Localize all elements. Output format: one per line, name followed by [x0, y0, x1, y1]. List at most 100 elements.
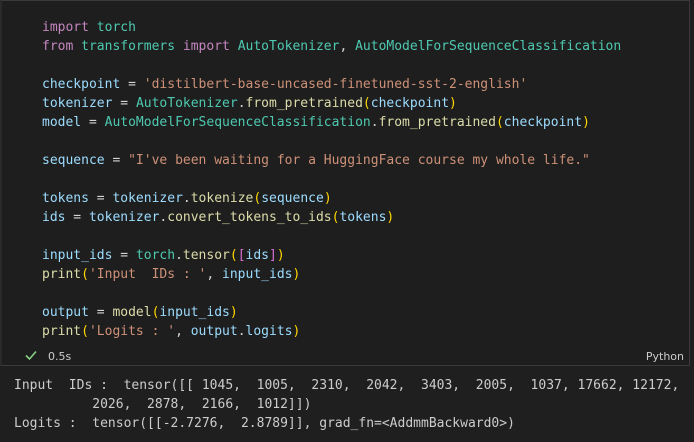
code-token: tokens — [339, 210, 387, 225]
code-token: from_pretrained — [245, 96, 363, 111]
code-line: from transformers import AutoTokenizer, … — [42, 37, 682, 56]
output-line: Input IDs : tensor([[ 1045, 1005, 2310, … — [14, 378, 694, 393]
code-token: . — [237, 324, 246, 339]
code-token: input_ids — [159, 305, 230, 320]
code-token: ( — [229, 248, 238, 263]
code-token: import — [182, 39, 230, 54]
code-token: print — [42, 324, 82, 339]
code-token: ) — [292, 324, 301, 339]
code-token: checkpoint — [42, 77, 121, 92]
code-token: ) — [292, 267, 301, 282]
code-token: torch — [135, 248, 176, 263]
code-token: transformers — [81, 39, 176, 54]
code-line: tokenizer = AutoTokenizer.from_pretraine… — [42, 94, 682, 113]
code-token: input_ids — [42, 248, 113, 263]
code-token: sequence — [261, 191, 324, 206]
code-token: ] — [269, 248, 277, 263]
code-line: print('Logits : ', output.logits) — [42, 322, 682, 341]
code-token: . — [175, 248, 183, 263]
code-token: = — [88, 191, 113, 206]
language-label[interactable]: Python — [646, 350, 684, 363]
code-token: sequence — [42, 153, 105, 168]
code-token: model — [42, 115, 82, 130]
code-token: convert_tokens_to_ids — [167, 210, 332, 225]
code-token: ) — [323, 191, 332, 206]
code-line: print('Input IDs : ', input_ids) — [42, 265, 682, 284]
code-token: print — [42, 267, 82, 282]
code-line: ids = tokenizer.convert_tokens_to_ids(to… — [42, 208, 682, 227]
code-token: AutoModelForSequenceClassification — [355, 39, 622, 54]
code-token: checkpoint — [370, 96, 450, 111]
code-token: input_ids — [222, 267, 293, 282]
code-token: 'distilbert-base-uncased-finetuned-sst-2… — [143, 77, 528, 92]
code-token: tensor — [182, 248, 230, 263]
code-token: ( — [362, 96, 371, 111]
code-token: 'Logits : ' — [88, 324, 176, 339]
code-token: from_pretrained — [378, 115, 496, 130]
code-token: tokens — [42, 191, 89, 206]
output-line: 2026, 2878, 2166, 1012]]) — [14, 397, 312, 412]
code-line: model = AutoModelForSequenceClassificati… — [42, 113, 682, 132]
code-token: AutoTokenizer — [237, 39, 340, 54]
code-token: ) — [582, 115, 590, 130]
code-token: . — [370, 115, 379, 130]
cell-output: Input IDs : tensor([[ 1045, 1005, 2310, … — [14, 376, 694, 433]
code-cell[interactable]: import torch from transformers import Aut… — [0, 0, 690, 366]
code-line: sequence = "I've been waiting for a Hugg… — [42, 151, 682, 170]
code-editor[interactable]: import torch from transformers import Aut… — [42, 18, 682, 341]
code-token: = — [120, 77, 144, 92]
code-line: import torch — [42, 18, 682, 37]
code-token: , — [339, 39, 356, 54]
check-icon — [25, 350, 37, 361]
code-line: input_ids = torch.tensor([ids]) — [42, 246, 682, 265]
code-line: output = model(input_ids) — [42, 303, 682, 322]
code-token: ( — [495, 115, 504, 130]
code-token: tokenize — [190, 191, 254, 206]
cell-status-bar: 0.5s Python — [2, 345, 692, 367]
code-token: , — [206, 267, 223, 282]
code-token: AutoModelForSequenceClassification — [104, 115, 371, 130]
code-token: tokenizer — [112, 191, 183, 206]
code-token: = — [112, 96, 136, 111]
code-line: checkpoint = 'distilbert-base-uncased-fi… — [42, 75, 682, 94]
code-token: ) — [229, 305, 238, 320]
code-token: 'Input IDs : ' — [88, 267, 207, 282]
code-token: ( — [81, 267, 89, 282]
code-token: ( — [253, 191, 262, 206]
code-token: = — [88, 305, 113, 320]
code-token: "I've been waiting for a HuggingFace cou… — [128, 153, 590, 168]
code-token: from — [42, 39, 74, 54]
code-token: . — [237, 96, 246, 111]
code-token: = — [65, 210, 89, 225]
code-token: torch — [96, 20, 136, 35]
code-token: , — [175, 324, 191, 339]
code-token: checkpoint — [503, 115, 583, 130]
code-token: = — [104, 153, 129, 168]
code-token: ( — [81, 324, 89, 339]
code-token: ) — [276, 248, 285, 263]
code-token: = — [81, 115, 105, 130]
code-token: model — [112, 305, 152, 320]
code-token: output — [190, 324, 238, 339]
code-token: logits — [245, 324, 293, 339]
code-token: output — [42, 305, 89, 320]
code-token: AutoTokenizer — [135, 96, 238, 111]
code-token: ids — [42, 210, 66, 225]
code-token: ) — [449, 96, 457, 111]
code-token: ids — [245, 248, 270, 263]
code-token: [ — [237, 248, 246, 263]
execution-time: 0.5s — [48, 350, 72, 363]
code-token: tokenizer — [42, 96, 113, 111]
code-token: tokenizer — [88, 210, 160, 225]
code-token: import — [42, 20, 89, 35]
code-token: = — [112, 248, 136, 263]
